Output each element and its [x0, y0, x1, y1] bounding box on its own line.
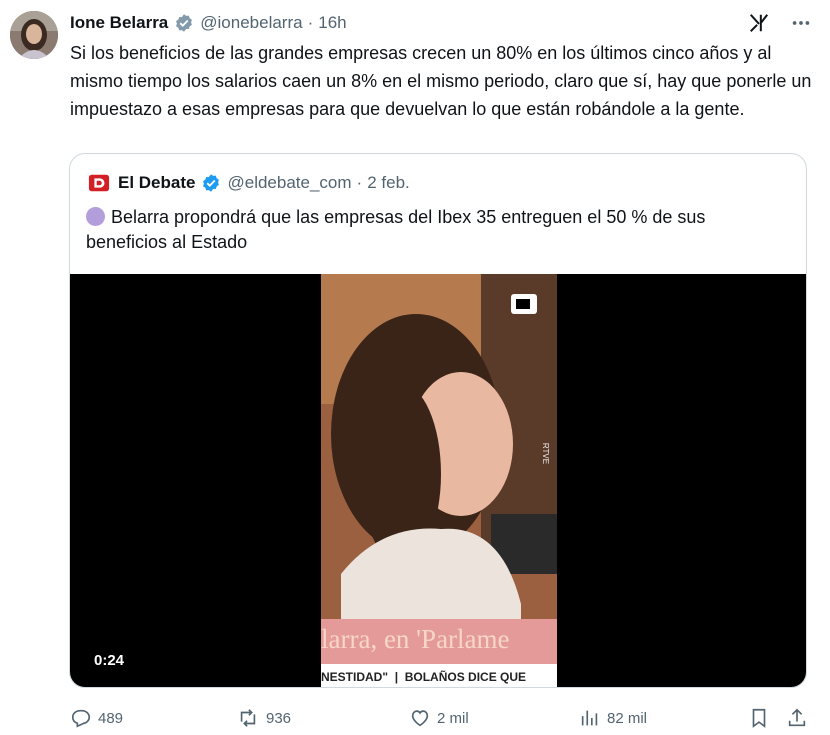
video-frame: larra, en 'Parlame NESTIDAD" | BOLAÑOS D… — [321, 274, 557, 687]
top-actions — [748, 12, 812, 34]
views-bar-chart-icon — [581, 710, 598, 726]
bookmark-icon — [752, 708, 766, 728]
el-debate-logo-icon — [88, 174, 110, 192]
reply-count: 489 — [98, 709, 124, 727]
verified-badge-icon — [176, 14, 193, 32]
views-button[interactable]: 82 mil — [579, 703, 647, 733]
quoted-author-handle[interactable]: @eldebate_com — [227, 173, 351, 193]
author-name[interactable]: Ione Belarra — [70, 13, 168, 33]
video-player[interactable]: larra, en 'Parlame NESTIDAD" | BOLAÑOS D… — [70, 274, 806, 687]
tweet-header: Ione Belarra @ionebelarra · 16h — [70, 13, 347, 33]
quoted-author-name[interactable]: El Debate — [118, 173, 195, 193]
author-avatar[interactable] — [10, 11, 58, 59]
tweet-time[interactable]: 16h — [318, 13, 346, 33]
share-icon — [788, 708, 806, 727]
repost-count: 936 — [266, 709, 292, 727]
more-options-icon[interactable] — [790, 12, 812, 34]
quoted-text: Belarra propondrá que las empresas del I… — [86, 207, 706, 252]
heart-icon — [411, 710, 429, 727]
repost-icon — [240, 709, 256, 727]
avatar-image — [10, 11, 58, 59]
share-button[interactable] — [786, 703, 808, 733]
reply-icon — [71, 709, 91, 728]
repost-button[interactable]: 936 — [236, 703, 291, 733]
video-duration: 0:24 — [94, 652, 125, 669]
tweet-actions: 489 936 2 mil 82 mil — [0, 703, 830, 733]
author-handle[interactable]: @ionebelarra — [200, 13, 302, 33]
quoted-separator: · — [356, 173, 363, 192]
tweet-text: Si los beneficios de las grandes empresa… — [70, 43, 812, 119]
views-count: 82 mil — [607, 709, 648, 727]
quoted-tweet[interactable]: El Debate @eldebate_com · 2 feb. Belarra… — [69, 153, 807, 688]
quoted-date[interactable]: 2 feb. — [367, 173, 410, 193]
purple-circle-emoji — [86, 207, 105, 226]
video-ticker: NESTIDAD" | BOLAÑOS DICE QUE — [321, 670, 527, 684]
bookmark-button[interactable] — [748, 703, 770, 733]
reply-button[interactable]: 489 — [70, 703, 123, 733]
video-watermark: RTVE — [541, 442, 551, 465]
quoted-header: El Debate @eldebate_com · 2 feb. — [88, 172, 410, 194]
like-button[interactable]: 2 mil — [409, 703, 469, 733]
quoted-text-container: Belarra propondrá que las empresas del I… — [86, 205, 786, 255]
header-separator: · — [307, 13, 314, 32]
like-count: 2 mil — [437, 709, 469, 727]
video-caption: larra, en 'Parlame — [321, 624, 510, 654]
grok-icon[interactable] — [748, 12, 770, 34]
quoted-verified-badge-icon — [203, 174, 220, 192]
